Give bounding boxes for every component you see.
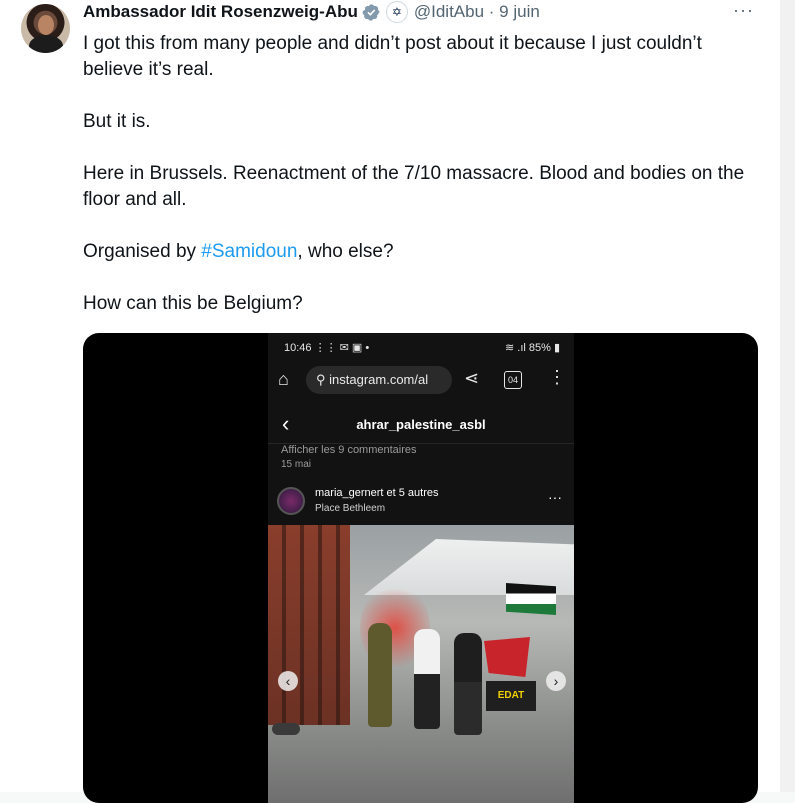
flag — [484, 637, 530, 677]
banner: EDAT — [486, 681, 536, 711]
person — [454, 633, 482, 735]
tweet-text: I got this from many people and didn’t p… — [83, 31, 763, 343]
more-icon[interactable]: ··· — [733, 0, 754, 21]
share-icon: ⋖ — [464, 368, 480, 388]
post-user: maria_gernert et 5 autres — [315, 487, 439, 499]
tweet-paragraph: But it is. — [83, 111, 151, 132]
tweet-paragraph: Organised by #Samidoun, who else? — [83, 239, 763, 265]
flag — [506, 583, 556, 615]
handle-date[interactable]: @IditAbu · 9 juin — [414, 2, 540, 22]
tabs-icon: 04 — [504, 371, 522, 389]
post-more-icon: ··· — [548, 489, 562, 505]
kebab-menu-icon: ⋮ — [548, 367, 566, 387]
avatar-body — [29, 35, 63, 53]
post-header: maria_gernert et 5 autres Place Bethleem… — [268, 483, 574, 525]
avatar[interactable] — [21, 4, 70, 53]
text-segment: , who else? — [297, 241, 394, 262]
scrollbar[interactable] — [780, 0, 795, 792]
carousel-next-icon: › — [546, 671, 566, 691]
text-segment: Organised by — [83, 241, 202, 262]
media-video[interactable]: 10:46 ⋮⋮ ✉ ▣ • ≋ .ıl 85% ▮ ⌂ ⚲ instagram… — [83, 333, 758, 803]
home-icon: ⌂ — [278, 369, 289, 389]
tweet: Ambassador Idit Rosenzweig-Abu ✡ @IditAb… — [0, 0, 780, 803]
avatar-face — [38, 15, 54, 35]
phone-status-bar: 10:46 ⋮⋮ ✉ ▣ • ≋ .ıl 85% ▮ — [268, 333, 574, 359]
tweet-paragraph: I got this from many people and didn’t p… — [83, 33, 702, 80]
person — [414, 629, 440, 729]
status-battery: ≋ .ıl 85% ▮ — [504, 342, 560, 354]
post-location: Place Bethleem — [315, 503, 386, 514]
person — [368, 623, 392, 727]
verified-badge-icon — [362, 3, 380, 21]
building-columns — [268, 525, 350, 725]
url-text: instagram.com/al — [329, 372, 429, 387]
ig-username: ahrar_palestine_asbl — [356, 417, 486, 432]
post-date: 15 mai — [281, 459, 312, 470]
author-name[interactable]: Ambassador Idit Rosenzweig-Abu — [83, 2, 358, 22]
person-on-ground — [272, 723, 300, 735]
post-photo: EDAT ‹ › — [268, 525, 574, 803]
comments-link: Afficher les 9 commentaires — [281, 444, 417, 456]
url-field: ⚲ instagram.com/al — [306, 366, 452, 394]
browser-url-bar: ⌂ ⚲ instagram.com/al ⋖ 04 ⋮ — [268, 359, 574, 401]
carousel-prev-icon: ‹ — [278, 671, 298, 691]
tweet-header: Ambassador Idit Rosenzweig-Abu ✡ @IditAb… — [83, 1, 540, 23]
post-avatar — [277, 487, 305, 515]
ig-header: ‹ ahrar_palestine_asbl — [268, 407, 574, 444]
tweet-paragraph: How can this be Belgium? — [83, 293, 303, 314]
tweet-paragraph: Here in Brussels. Reenactment of the 7/1… — [83, 163, 745, 210]
phone-screenshot: 10:46 ⋮⋮ ✉ ▣ • ≋ .ıl 85% ▮ ⌂ ⚲ instagram… — [268, 333, 574, 803]
hashtag-link[interactable]: #Samidoun — [201, 241, 297, 262]
status-time: 10:46 ⋮⋮ ✉ ▣ • — [284, 342, 370, 354]
affiliation-badge-icon[interactable]: ✡ — [385, 1, 408, 23]
tune-icon: ⚲ — [316, 372, 330, 387]
